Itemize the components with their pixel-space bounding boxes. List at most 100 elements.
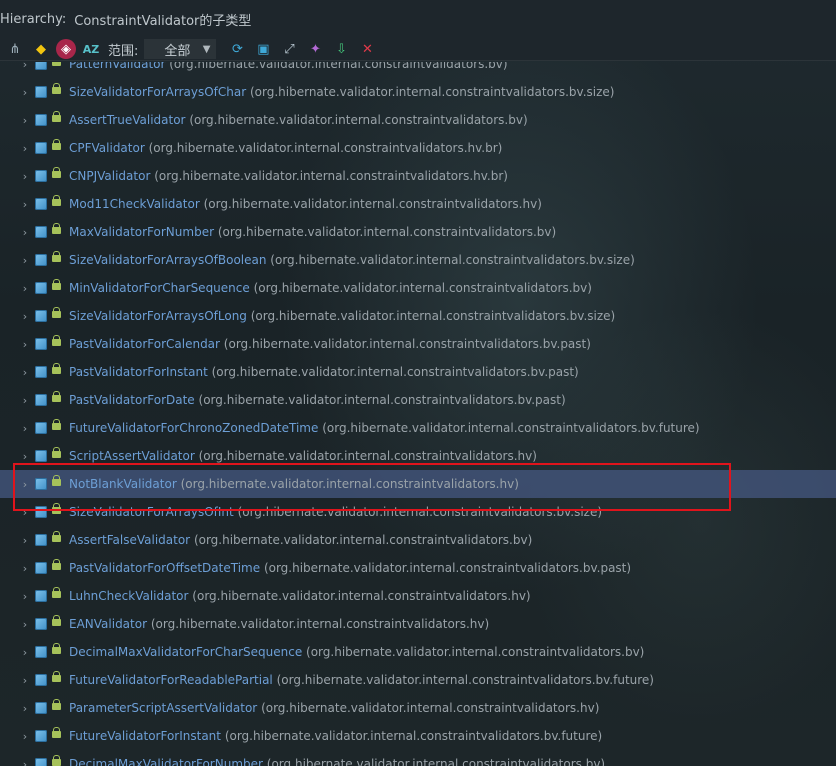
chevron-right-icon[interactable]: ›	[20, 114, 30, 127]
tree-row[interactable]: › FutureValidatorForReadablePartial (org.…	[0, 666, 836, 694]
class-name: PatternValidator	[69, 62, 166, 71]
package-name: (org.hibernate.validator.internal.constr…	[224, 729, 603, 743]
tree-row[interactable]: › AssertFalseValidator (org.hibernate.val…	[0, 526, 836, 554]
tree-row[interactable]: › MaxValidatorForNumber (org.hibernate.va…	[0, 218, 836, 246]
class-icon	[35, 758, 47, 766]
lock-icon	[52, 335, 61, 346]
class-name: CNPJValidator	[69, 169, 151, 183]
chevron-right-icon[interactable]: ›	[20, 674, 30, 687]
class-icon	[35, 450, 47, 462]
tree-row[interactable]: › MinValidatorForCharSequence (org.hibern…	[0, 274, 836, 302]
package-name: (org.hibernate.validator.internal.constr…	[192, 589, 531, 603]
class-name: ScriptAssertValidator	[69, 449, 195, 463]
chevron-right-icon[interactable]: ›	[20, 282, 30, 295]
tree-row[interactable]: › CNPJValidator (org.hibernate.validator.…	[0, 162, 836, 190]
expand-button[interactable]: ⤢	[278, 38, 300, 60]
class-icon	[35, 674, 47, 686]
chevron-right-icon[interactable]: ›	[20, 534, 30, 547]
tree-row[interactable]: › LuhnCheckValidator (org.hibernate.valid…	[0, 582, 836, 610]
tree-row[interactable]: › DecimalMaxValidatorForNumber (org.hiber…	[0, 750, 836, 766]
chevron-right-icon[interactable]: ›	[20, 62, 30, 71]
chevron-right-icon[interactable]: ›	[20, 702, 30, 715]
tree-row[interactable]: › FutureValidatorForChronoZonedDateTime (…	[0, 414, 836, 442]
supertype-hierarchy-icon: ⋔	[9, 41, 21, 57]
chevron-right-icon[interactable]: ›	[20, 254, 30, 267]
tree-row[interactable]: › ScriptAssertValidator (org.hibernate.va…	[0, 442, 836, 470]
chevron-right-icon[interactable]: ›	[20, 226, 30, 239]
class-icon	[35, 618, 47, 630]
tree-row[interactable]: › SizeValidatorForArraysOfInt (org.hibern…	[0, 498, 836, 526]
tree-row[interactable]: › PastValidatorForOffsetDateTime (org.hib…	[0, 554, 836, 582]
class-icon	[35, 562, 47, 574]
tree-row[interactable]: › Mod11CheckValidator (org.hibernate.vali…	[0, 190, 836, 218]
class-hierarchy-button[interactable]: ◆	[30, 38, 52, 60]
chevron-right-icon[interactable]: ›	[20, 730, 30, 743]
package-name: (org.hibernate.validator.internal.constr…	[211, 365, 579, 379]
tree-row[interactable]: › SizeValidatorForArraysOfLong (org.hiber…	[0, 302, 836, 330]
hierarchy-panel: Hierarchy: ConstraintValidator的子类型 ⋔ ◆ ◈…	[0, 0, 836, 766]
hierarchy-tree[interactable]: › PatternValidator (org.hibernate.validat…	[0, 62, 836, 766]
tree-row-label: SizeValidatorForArraysOfLong (org.hibern…	[69, 309, 615, 323]
tree-row-selected[interactable]: › NotBlankValidator (org.hibernate.valida…	[0, 470, 836, 498]
tree-row[interactable]: › SizeValidatorForArraysOfBoolean (org.hi…	[0, 246, 836, 274]
tree-row[interactable]: › PastValidatorForInstant (org.hibernate.…	[0, 358, 836, 386]
tree-row-label: NotBlankValidator (org.hibernate.validat…	[69, 477, 519, 491]
tree-row-label: PastValidatorForCalendar (org.hibernate.…	[69, 337, 591, 351]
tree-row[interactable]: › AssertTrueValidator (org.hibernate.vali…	[0, 106, 836, 134]
scope-label: 范围:	[108, 43, 139, 59]
chevron-right-icon[interactable]: ›	[20, 142, 30, 155]
lock-icon	[52, 307, 61, 318]
tree-row[interactable]: › DecimalMaxValidatorForCharSequence (org…	[0, 638, 836, 666]
class-name: LuhnCheckValidator	[69, 589, 189, 603]
sort-alphabetically-button[interactable]: AZ	[80, 38, 102, 60]
tree-row-label: PastValidatorForInstant (org.hibernate.v…	[69, 365, 579, 379]
supertype-hierarchy-button[interactable]: ⋔	[4, 38, 26, 60]
class-name: FutureValidatorForInstant	[69, 729, 221, 743]
class-icon	[35, 590, 47, 602]
chevron-right-icon[interactable]: ›	[20, 394, 30, 407]
chevron-right-icon[interactable]: ›	[20, 646, 30, 659]
chevron-right-icon[interactable]: ›	[20, 562, 30, 575]
lock-icon	[52, 671, 61, 682]
package-name: (org.hibernate.validator.internal.constr…	[276, 673, 654, 687]
chevron-right-icon[interactable]: ›	[20, 450, 30, 463]
chevron-right-icon[interactable]: ›	[20, 366, 30, 379]
tree-row[interactable]: › FutureValidatorForInstant (org.hibernat…	[0, 722, 836, 750]
chevron-right-icon[interactable]: ›	[20, 310, 30, 323]
chevron-right-icon[interactable]: ›	[20, 86, 30, 99]
scope-dropdown[interactable]: 全部 ▼	[144, 39, 217, 59]
chevron-right-icon[interactable]: ›	[20, 618, 30, 631]
class-icon	[35, 478, 47, 490]
tree-list: › PatternValidator (org.hibernate.validat…	[0, 62, 836, 766]
tree-row[interactable]: › SizeValidatorForArraysOfChar (org.hiber…	[0, 78, 836, 106]
tree-row[interactable]: › PastValidatorForDate (org.hibernate.val…	[0, 386, 836, 414]
package-name: (org.hibernate.validator.internal.constr…	[154, 169, 508, 183]
chevron-right-icon[interactable]: ›	[20, 422, 30, 435]
class-name: EANValidator	[69, 617, 148, 631]
chevron-right-icon[interactable]: ›	[20, 170, 30, 183]
terminal-button[interactable]: ▣	[252, 38, 274, 60]
tree-row-label: CPFValidator (org.hibernate.validator.in…	[69, 141, 502, 155]
chevron-right-icon[interactable]: ›	[20, 478, 30, 491]
subtype-hierarchy-button[interactable]: ◈	[56, 39, 76, 59]
tree-row[interactable]: › ParameterScriptAssertValidator (org.hib…	[0, 694, 836, 722]
package-name: (org.hibernate.validator.internal.constr…	[193, 533, 533, 547]
chevron-right-icon[interactable]: ›	[20, 338, 30, 351]
pin-button[interactable]: ✦	[304, 38, 326, 60]
export-button[interactable]: ⇩	[330, 38, 352, 60]
tree-row-label: ScriptAssertValidator (org.hibernate.val…	[69, 449, 537, 463]
chevron-right-icon[interactable]: ›	[20, 198, 30, 211]
tree-row[interactable]: › PastValidatorForCalendar (org.hibernate…	[0, 330, 836, 358]
tree-row[interactable]: › PatternValidator (org.hibernate.validat…	[0, 62, 836, 78]
tree-row[interactable]: › EANValidator (org.hibernate.validator.i…	[0, 610, 836, 638]
close-button[interactable]: ✕	[356, 38, 378, 60]
tree-row-label: SizeValidatorForArraysOfBoolean (org.hib…	[69, 253, 635, 267]
chevron-right-icon[interactable]: ›	[20, 758, 30, 766]
refresh-button[interactable]: ⟳	[226, 38, 248, 60]
chevron-right-icon[interactable]: ›	[20, 506, 30, 519]
tree-row[interactable]: › CPFValidator (org.hibernate.validator.i…	[0, 134, 836, 162]
class-icon	[35, 170, 47, 182]
chevron-right-icon[interactable]: ›	[20, 590, 30, 603]
tree-row-label: SizeValidatorForArraysOfInt (org.hiberna…	[69, 505, 602, 519]
package-name: (org.hibernate.validator.internal.constr…	[249, 85, 615, 99]
